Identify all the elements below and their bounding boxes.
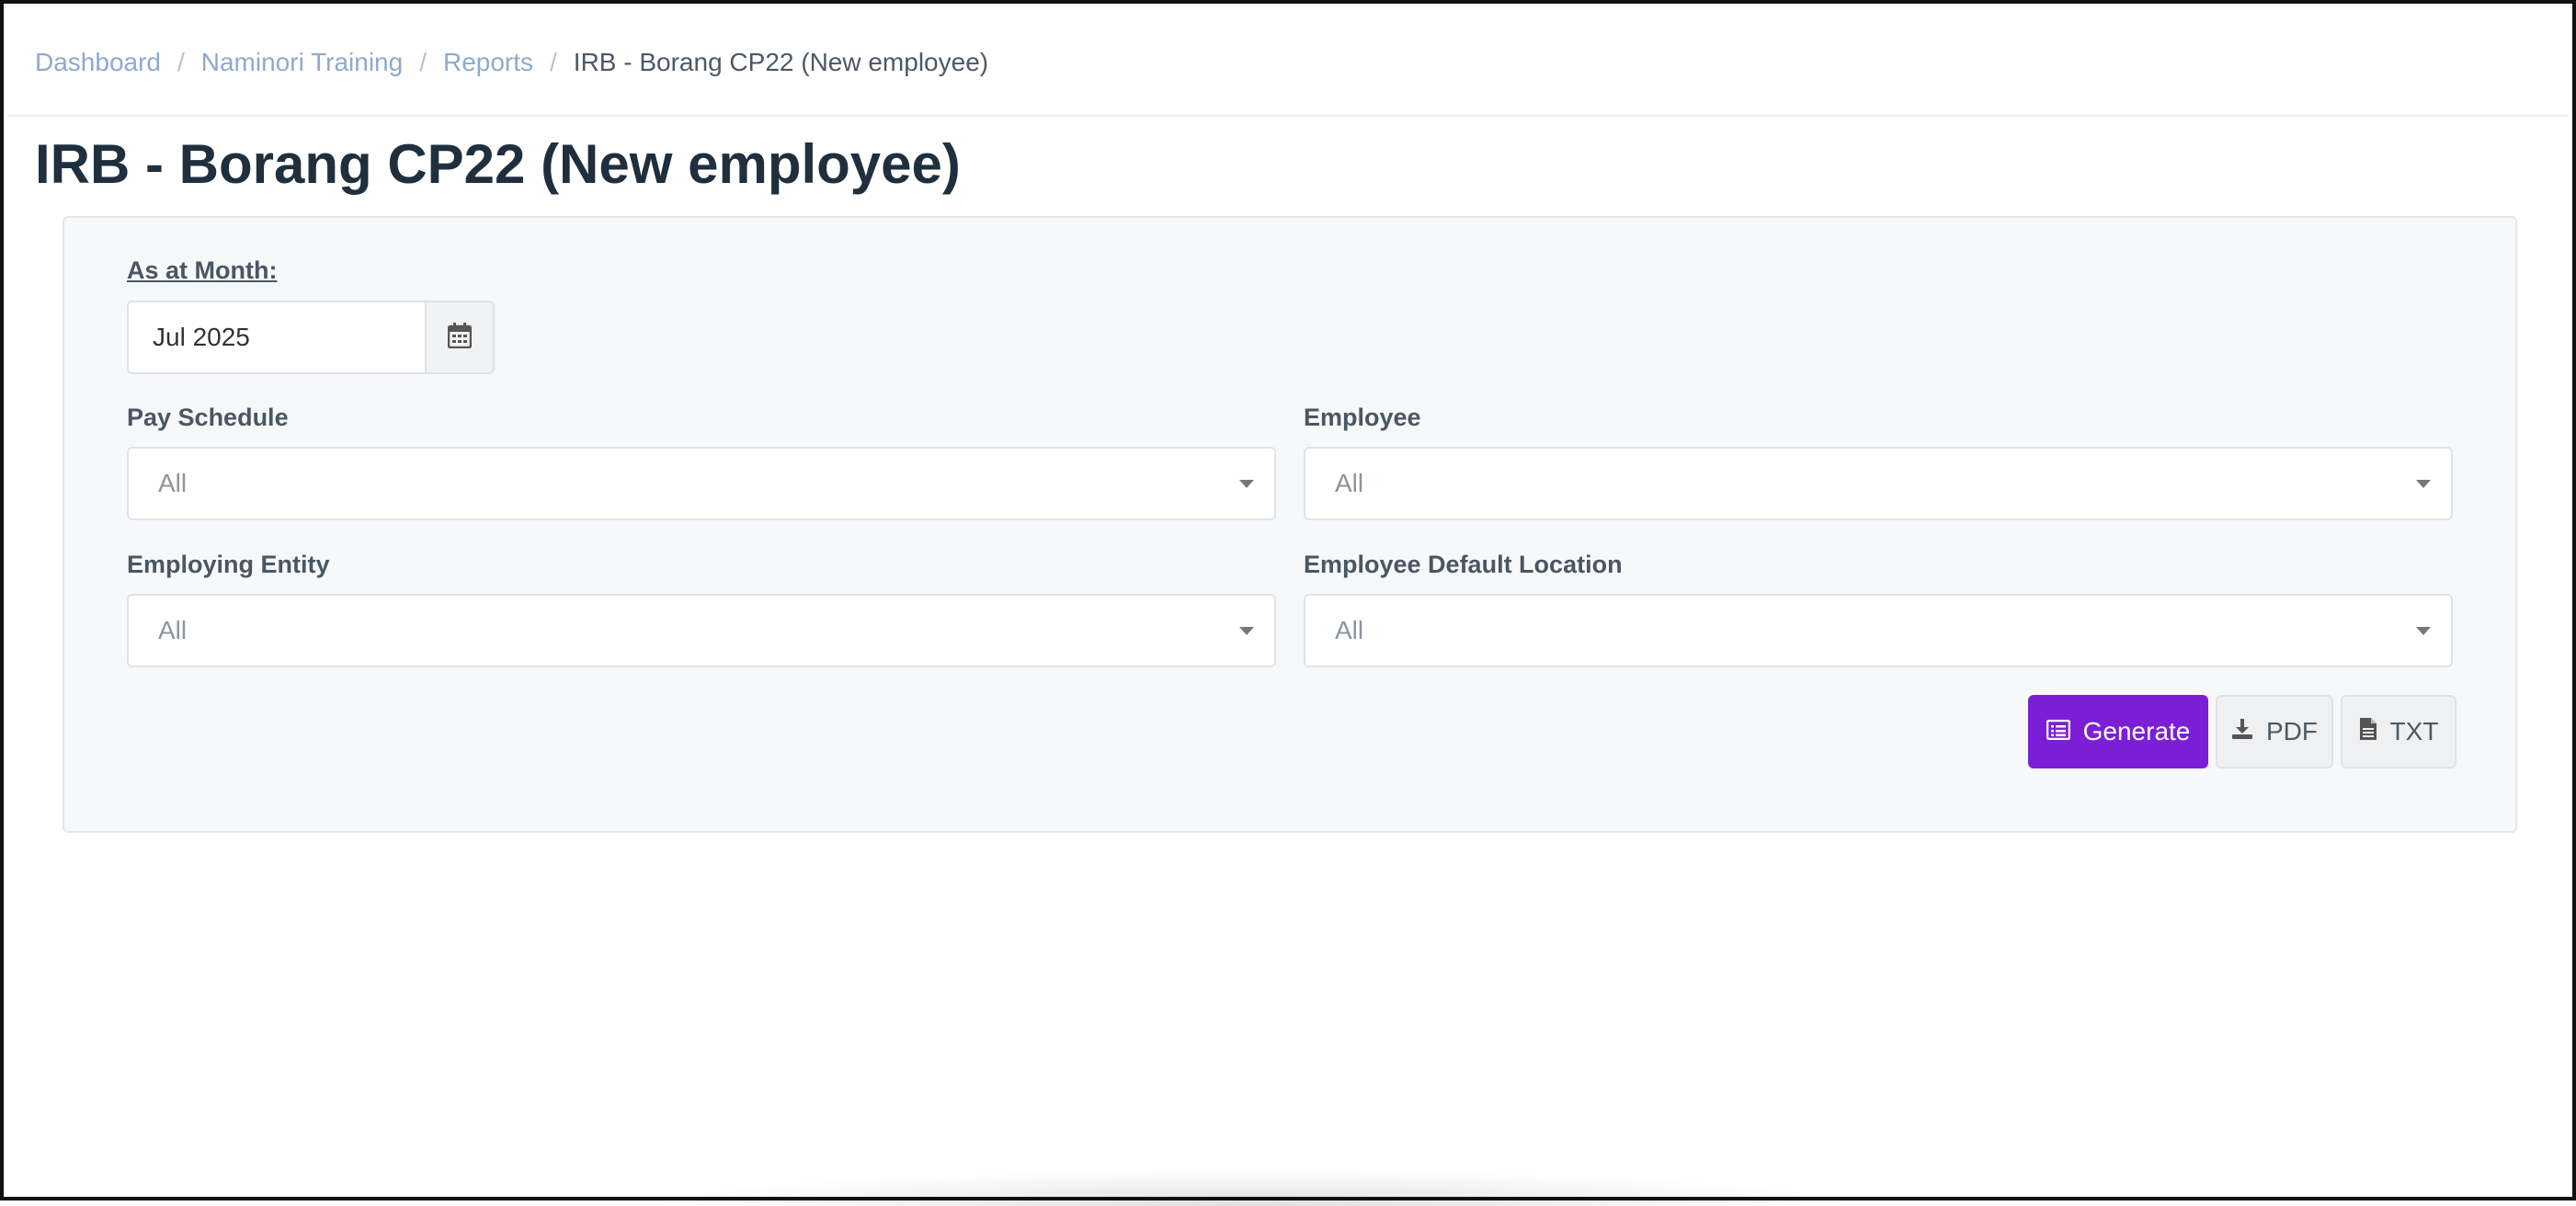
- bottom-shadow: [647, 1169, 1861, 1206]
- txt-button[interactable]: TXT: [2341, 695, 2456, 768]
- month-input[interactable]: Jul 2025: [127, 301, 425, 374]
- report-filter-panel: As at Month: Jul 2025 Pay Schedule All E…: [63, 216, 2517, 833]
- month-picker: Jul 2025: [127, 301, 495, 374]
- pdf-button[interactable]: PDF: [2216, 695, 2333, 768]
- page-title: IRB - Borang CP22 (New employee): [35, 133, 961, 195]
- generate-button[interactable]: Generate: [2028, 695, 2208, 768]
- breadcrumb-separator: /: [177, 48, 185, 76]
- employee-select[interactable]: All: [1304, 447, 2453, 520]
- breadcrumb-dashboard[interactable]: Dashboard: [35, 48, 161, 77]
- breadcrumb-separator: /: [419, 48, 427, 76]
- header-divider: [7, 115, 2569, 117]
- chevron-down-icon: [2416, 627, 2431, 635]
- breadcrumb-separator: /: [550, 48, 557, 76]
- pdf-label: PDF: [2266, 717, 2318, 745]
- app-window: Dashboard / Naminori Training / Reports …: [0, 0, 2576, 1206]
- month-label: As at Month:: [127, 256, 278, 284]
- txt-label: TXT: [2389, 717, 2439, 745]
- chevron-down-icon: [1239, 627, 1254, 635]
- download-icon: [2231, 717, 2253, 746]
- breadcrumb-naminori-training[interactable]: Naminori Training: [201, 48, 403, 77]
- employee-value: All: [1335, 469, 1364, 497]
- employing-entity-label: Employing Entity: [127, 551, 330, 578]
- breadcrumb-reports[interactable]: Reports: [443, 48, 533, 77]
- employing-entity-select[interactable]: All: [127, 594, 1276, 667]
- breadcrumb-current: IRB - Borang CP22 (New employee): [573, 48, 989, 76]
- employee-label: Employee: [1304, 404, 1421, 431]
- chevron-down-icon: [2416, 480, 2431, 488]
- pay-schedule-label: Pay Schedule: [127, 404, 289, 431]
- list-icon: [2046, 717, 2070, 746]
- default-location-label: Employee Default Location: [1304, 551, 1623, 578]
- default-location-select[interactable]: All: [1304, 594, 2453, 667]
- file-text-icon: [2359, 717, 2377, 747]
- generate-label: Generate: [2082, 717, 2191, 745]
- breadcrumb: Dashboard / Naminori Training / Reports …: [35, 44, 988, 81]
- calendar-icon: [447, 322, 473, 353]
- chevron-down-icon: [1239, 480, 1254, 488]
- employing-entity-value: All: [158, 616, 188, 644]
- pay-schedule-select[interactable]: All: [127, 447, 1276, 520]
- calendar-button[interactable]: [425, 301, 495, 374]
- default-location-value: All: [1335, 616, 1364, 644]
- pay-schedule-value: All: [158, 469, 188, 497]
